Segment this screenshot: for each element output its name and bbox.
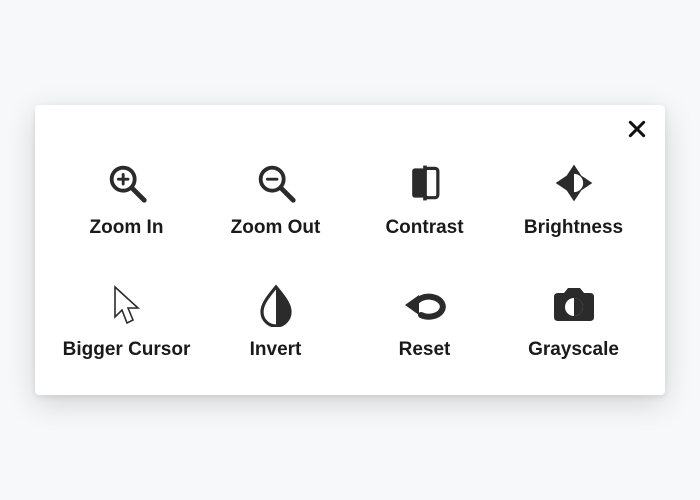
brightness-icon [552,157,596,209]
reset-button[interactable]: Reset [355,279,494,361]
zoom-out-icon [253,157,299,209]
grayscale-button[interactable]: Grayscale [504,279,643,361]
invert-button[interactable]: Invert [206,279,345,361]
zoom-in-label: Zoom In [90,217,164,239]
brightness-button[interactable]: Brightness [504,157,643,239]
contrast-icon [403,157,447,209]
accessibility-panel: Zoom In Zoom Out Contrast [35,105,665,395]
zoom-out-label: Zoom Out [231,217,321,239]
zoom-in-icon [104,157,150,209]
close-icon [627,119,647,139]
zoom-out-button[interactable]: Zoom Out [206,157,345,239]
contrast-label: Contrast [385,217,463,239]
contrast-button[interactable]: Contrast [355,157,494,239]
bigger-cursor-button[interactable]: Bigger Cursor [57,279,196,361]
invert-icon [256,279,296,331]
brightness-label: Brightness [524,217,623,239]
cursor-icon [107,279,147,331]
zoom-in-button[interactable]: Zoom In [57,157,196,239]
camera-icon [550,279,598,331]
grayscale-label: Grayscale [528,339,619,361]
accessibility-grid: Zoom In Zoom Out Contrast [57,157,643,361]
bigger-cursor-label: Bigger Cursor [63,339,191,361]
invert-label: Invert [250,339,302,361]
undo-icon [401,279,449,331]
reset-label: Reset [399,339,451,361]
close-button[interactable] [623,115,651,143]
